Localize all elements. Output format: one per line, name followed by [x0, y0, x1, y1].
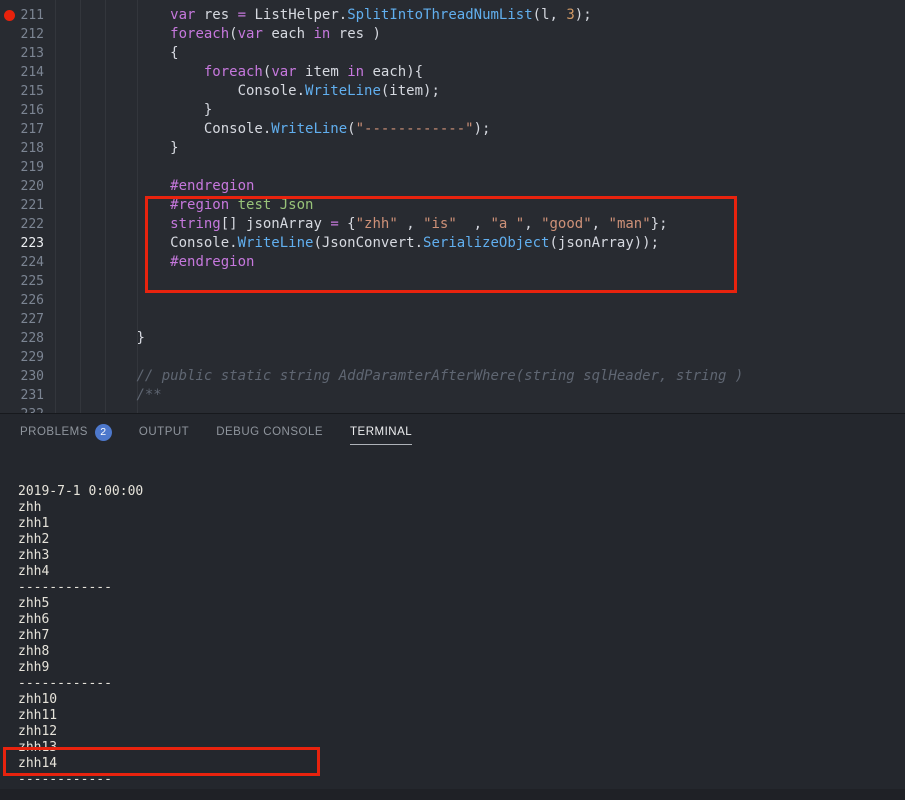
terminal-line: zhh10 — [18, 692, 905, 708]
line-number[interactable]: 232 — [0, 405, 44, 413]
terminal-line: ------------ — [18, 676, 905, 692]
panel-tabs: PROBLEMS 2 OUTPUT DEBUG CONSOLE TERMINAL — [0, 414, 905, 450]
terminal-line: zhh3 — [18, 548, 905, 564]
code-text: Console.WriteLine("------------"); — [69, 120, 905, 139]
code-text: } — [69, 101, 905, 120]
terminal-line: zhh7 — [18, 628, 905, 644]
code-line-231[interactable]: 231 /** — [0, 386, 905, 405]
code-line-226[interactable]: 226 — [0, 291, 905, 310]
line-number[interactable]: 231 — [0, 386, 44, 405]
line-number[interactable]: 211 — [0, 6, 44, 25]
annotation-box-code — [145, 196, 737, 293]
panel-bottom-shade — [0, 789, 905, 800]
line-number[interactable]: 219 — [0, 158, 44, 177]
terminal-line: zhh1 — [18, 516, 905, 532]
line-number[interactable]: 215 — [0, 82, 44, 101]
code-text: Console.WriteLine(item); — [69, 82, 905, 101]
code-line-228[interactable]: 228 } — [0, 329, 905, 348]
annotation-box-terminal — [3, 747, 320, 776]
terminal-line: 2019-7-1 0:00:00 — [18, 484, 905, 500]
tab-terminal[interactable]: TERMINAL — [350, 414, 412, 450]
tab-label: TERMINAL — [350, 426, 412, 438]
line-number[interactable]: 218 — [0, 139, 44, 158]
code-line-232[interactable]: 232 — [0, 405, 905, 413]
line-number[interactable]: 227 — [0, 310, 44, 329]
code-line-212[interactable]: 212 foreach(var each in res ) — [0, 25, 905, 44]
code-text: // public static string AddParamterAfter… — [69, 367, 905, 386]
code-text: foreach(var each in res ) — [69, 25, 905, 44]
code-line-211[interactable]: 211 var res = ListHelper.SplitIntoThread… — [0, 6, 905, 25]
terminal-line: zhh5 — [18, 596, 905, 612]
line-number[interactable]: 228 — [0, 329, 44, 348]
terminal-line: zhh2 — [18, 532, 905, 548]
tab-label: DEBUG CONSOLE — [216, 426, 323, 438]
code-line-229[interactable]: 229 — [0, 348, 905, 367]
line-number[interactable]: 216 — [0, 101, 44, 120]
line-number[interactable]: 213 — [0, 44, 44, 63]
terminal-line: zhh9 — [18, 660, 905, 676]
tab-problems[interactable]: PROBLEMS 2 — [20, 414, 112, 450]
code-text: /** — [69, 386, 905, 405]
problems-count-badge: 2 — [95, 424, 112, 441]
terminal-scrollback: 2019-7-1 0:00:00zhhzhh1zhh2zhh3zhh4-----… — [18, 484, 905, 788]
code-text: var res = ListHelper.SplitIntoThreadNumL… — [69, 6, 905, 25]
line-number[interactable]: 230 — [0, 367, 44, 386]
terminal-line: zhh8 — [18, 644, 905, 660]
code-text: } — [69, 329, 905, 348]
code-line-220[interactable]: 220 #endregion — [0, 177, 905, 196]
code-line-217[interactable]: 217 Console.WriteLine("------------"); — [0, 120, 905, 139]
terminal-line: zhh11 — [18, 708, 905, 724]
code-text: #endregion — [69, 177, 905, 196]
code-line-214[interactable]: 214 foreach(var item in each){ — [0, 63, 905, 82]
line-number[interactable]: 224 — [0, 253, 44, 272]
line-number[interactable]: 229 — [0, 348, 44, 367]
code-text: } — [69, 139, 905, 158]
code-text: { — [69, 44, 905, 63]
code-line-215[interactable]: 215 Console.WriteLine(item); — [0, 82, 905, 101]
line-number[interactable]: 221 — [0, 196, 44, 215]
code-line-227[interactable]: 227 — [0, 310, 905, 329]
terminal-line: zhh4 — [18, 564, 905, 580]
code-line-213[interactable]: 213 { — [0, 44, 905, 63]
line-number[interactable]: 214 — [0, 63, 44, 82]
line-number[interactable]: 220 — [0, 177, 44, 196]
tab-label: PROBLEMS — [20, 426, 88, 438]
line-number[interactable]: 217 — [0, 120, 44, 139]
terminal-line: zhh — [18, 500, 905, 516]
line-number[interactable]: 222 — [0, 215, 44, 234]
code-text: foreach(var item in each){ — [69, 63, 905, 82]
line-number[interactable]: 226 — [0, 291, 44, 310]
code-line-216[interactable]: 216 } — [0, 101, 905, 120]
terminal-line: ------------ — [18, 580, 905, 596]
tab-label: OUTPUT — [139, 426, 189, 438]
terminal-line: zhh6 — [18, 612, 905, 628]
terminal-line: zhh12 — [18, 724, 905, 740]
code-line-218[interactable]: 218 } — [0, 139, 905, 158]
code-line-219[interactable]: 219 — [0, 158, 905, 177]
line-number[interactable]: 225 — [0, 272, 44, 291]
line-number[interactable]: 223 — [0, 234, 44, 253]
tab-output[interactable]: OUTPUT — [139, 414, 189, 450]
tab-debug-console[interactable]: DEBUG CONSOLE — [216, 414, 323, 450]
code-line-230[interactable]: 230 // public static string AddParamterA… — [0, 367, 905, 386]
line-number[interactable]: 212 — [0, 25, 44, 44]
bottom-panel: PROBLEMS 2 OUTPUT DEBUG CONSOLE TERMINAL 201… — [0, 413, 905, 800]
